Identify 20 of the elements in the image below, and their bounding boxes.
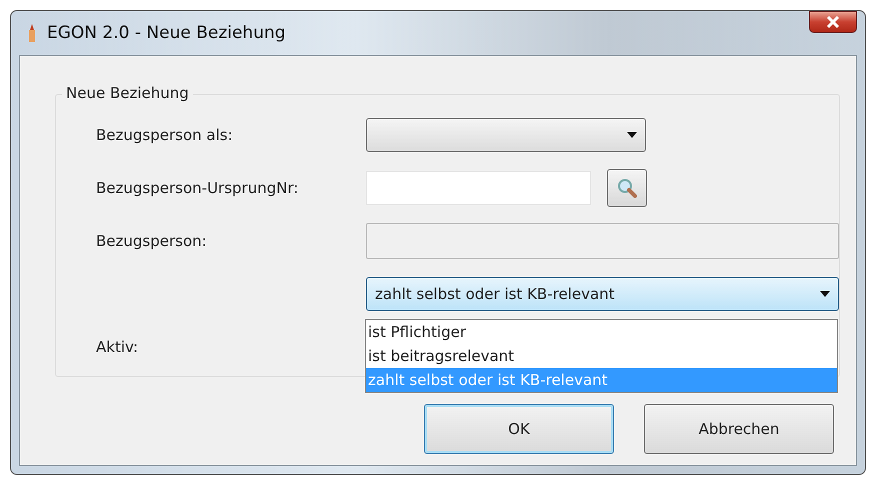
search-icon — [616, 177, 638, 199]
field-label: Aktiv: — [96, 338, 138, 356]
dropdown-field[interactable] — [366, 118, 646, 152]
dropdown-option[interactable]: ist beitragsrelevant — [366, 344, 837, 368]
close-icon — [826, 16, 840, 28]
cancel-button[interactable]: Abbrechen — [644, 404, 834, 454]
input-field[interactable] — [366, 171, 591, 205]
window-title: EGON 2.0 - Neue Beziehung — [47, 23, 287, 43]
group-title: Neue Beziehung — [62, 84, 193, 102]
close-button[interactable] — [809, 11, 857, 33]
field-label: Bezugsperson als: — [96, 126, 233, 144]
candle-icon — [27, 23, 37, 43]
dropdown-option[interactable]: ist Pflichtiger — [366, 320, 837, 344]
ok-button[interactable]: OK — [424, 404, 614, 454]
caret-icon — [820, 291, 830, 297]
dropdown-field[interactable]: zahlt selbst oder ist KB-relevant — [366, 277, 839, 311]
field-label: Bezugsperson: — [96, 232, 207, 250]
field-label: Bezugsperson-UrsprungNr: — [96, 179, 298, 197]
search-button[interactable] — [607, 169, 647, 207]
caret-icon — [627, 132, 637, 138]
